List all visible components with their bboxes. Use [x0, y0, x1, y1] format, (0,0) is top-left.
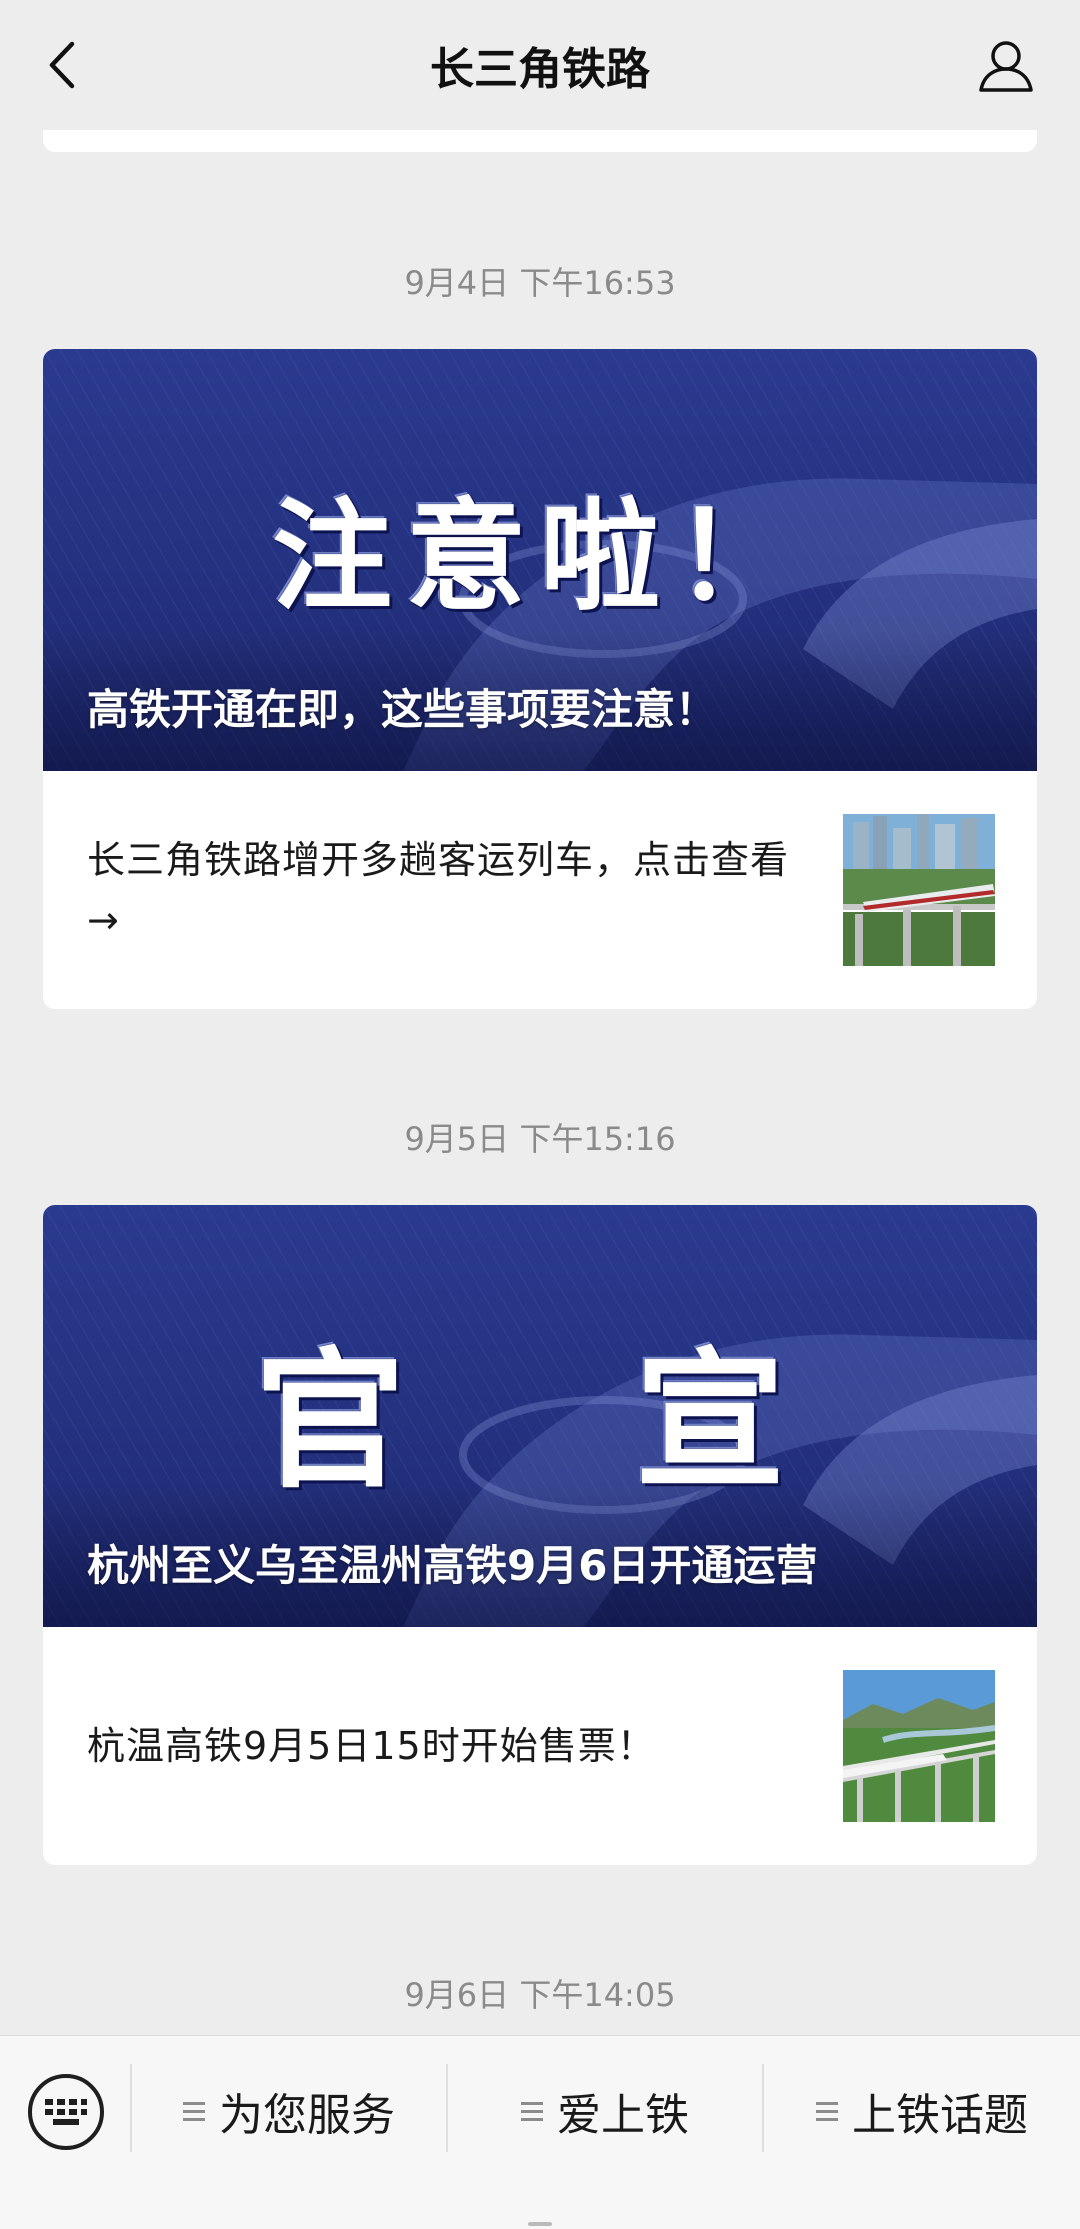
article-title[interactable]: 高铁开通在即，这些事项要注意！ [87, 676, 1007, 737]
home-indicator [528, 2222, 552, 2226]
menu-lines-icon [521, 2101, 543, 2121]
keyboard-toggle-button[interactable] [28, 2074, 104, 2150]
keyboard-icon [45, 2099, 87, 2125]
menu-lines-icon [816, 2101, 838, 2121]
menu-service-button[interactable]: 为您服务 [132, 2066, 446, 2156]
sub-article-title: 长三角铁路增开多趟客运列车，点击查看→ [87, 838, 790, 942]
train-thumbnail [843, 814, 995, 966]
article-card: 注意啦！ 高铁开通在即，这些事项要注意！ 长三角铁路增开多趟客运列车，点击查看→ [43, 349, 1037, 1009]
article-card: 官 宣 杭州至义乌至温州高铁9月6日开通运营 杭温高铁9月5日15时开始售票！ [43, 1205, 1037, 1865]
menu-label: 为您服务 [219, 2090, 395, 2141]
article-cover[interactable]: 官 宣 杭州至义乌至温州高铁9月6日开通运营 [43, 1205, 1037, 1627]
message-feed[interactable]: 9月4日 下午16:53 注意啦！ 高铁开通在即，这些事项要注意！ 长三角铁路增… [0, 0, 1080, 2035]
cover-headline: 注意啦！ [272, 486, 808, 627]
profile-button[interactable] [976, 36, 1036, 96]
menu-label: 爱上铁 [557, 2090, 689, 2141]
chat-header: 长三角铁路 [0, 0, 1080, 130]
message-timestamp: 9月6日 下午14:05 [404, 1976, 676, 2014]
menu-label: 上铁话题 [852, 2090, 1028, 2141]
message-timestamp: 9月5日 下午15:16 [404, 1120, 676, 1158]
back-button[interactable] [38, 38, 84, 92]
article-title[interactable]: 杭州至义乌至温州高铁9月6日开通运营 [87, 1532, 1007, 1593]
cover-headline: 官 宣 [254, 1333, 825, 1509]
sub-article-title: 杭温高铁9月5日15时开始售票！ [87, 1724, 656, 1768]
page-title: 长三角铁路 [430, 44, 650, 95]
chevron-left-icon [49, 41, 75, 89]
bottom-menu-bar: 为您服务 爱上铁 上铁话题 [0, 2035, 1080, 2229]
menu-lines-icon [183, 2101, 205, 2121]
train-thumbnail [843, 1670, 995, 1822]
menu-love-rail-button[interactable]: 爱上铁 [448, 2066, 762, 2156]
menu-topics-button[interactable]: 上铁话题 [764, 2066, 1080, 2156]
sub-article-item[interactable]: 长三角铁路增开多趟客运列车，点击查看→ [43, 771, 1037, 1009]
article-cover[interactable]: 注意啦！ 高铁开通在即，这些事项要注意！ [43, 349, 1037, 771]
user-icon [979, 41, 1033, 92]
message-timestamp: 9月4日 下午16:53 [404, 264, 676, 302]
sub-article-item[interactable]: 杭温高铁9月5日15时开始售票！ [43, 1627, 1037, 1865]
